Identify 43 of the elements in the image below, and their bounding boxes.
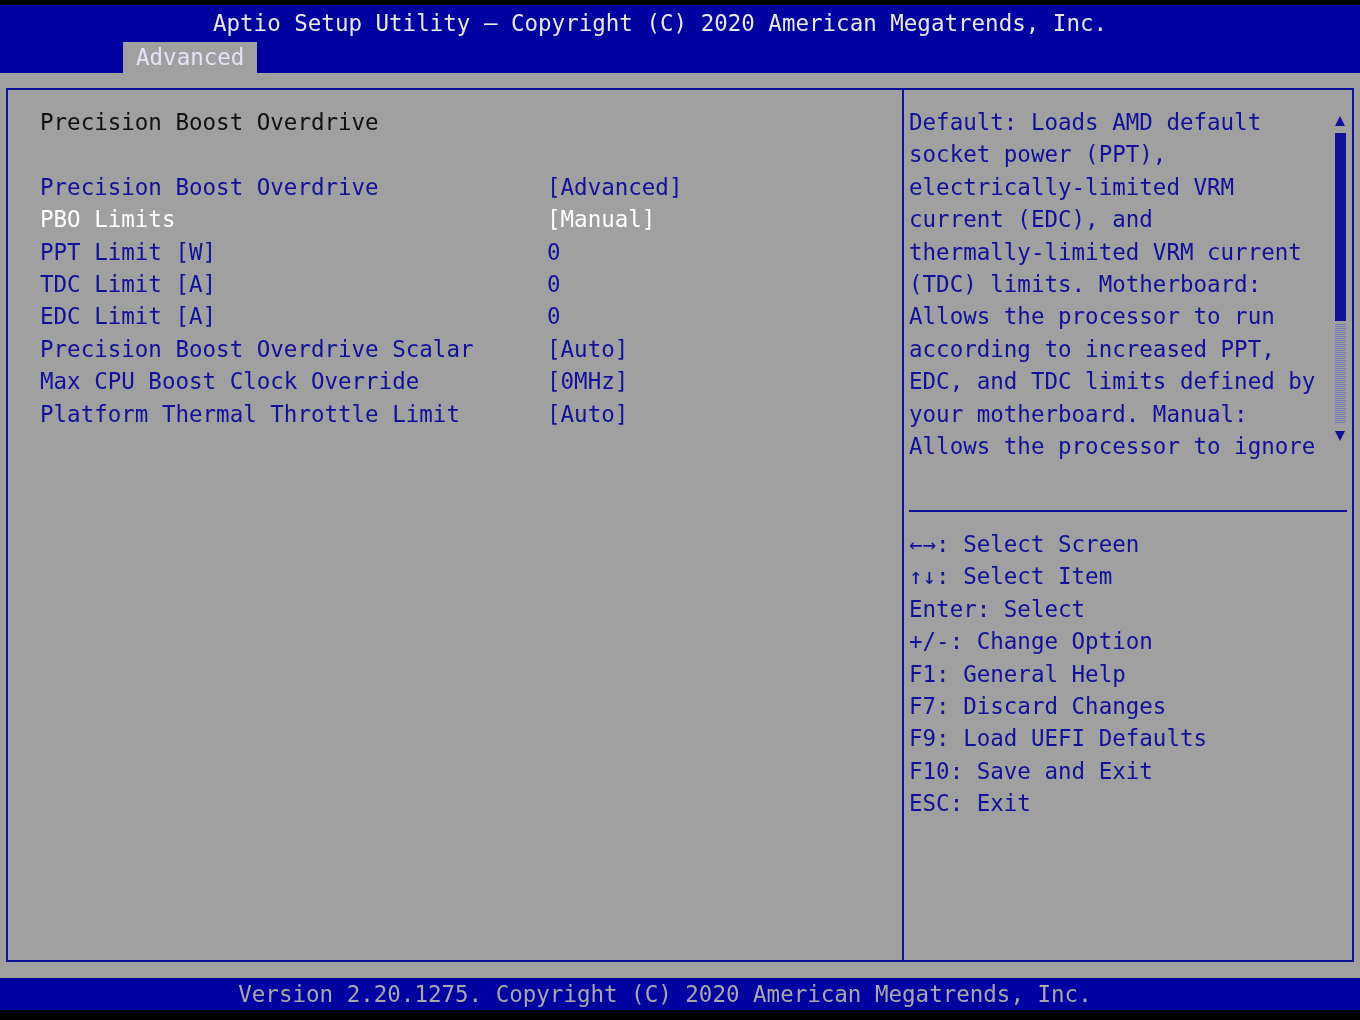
setting-value[interactable]: 0: [547, 268, 561, 301]
setting-label[interactable]: Precision Boost Overdrive: [40, 170, 547, 204]
setting-value[interactable]: [Auto]: [547, 397, 629, 431]
setting-value[interactable]: [Auto]: [547, 332, 629, 366]
setting-value[interactable]: [Manual]: [547, 203, 656, 236]
setting-value[interactable]: 0: [547, 300, 561, 333]
key-help-line: F7: Discard Changes: [909, 692, 1167, 722]
key-help-line: ↑↓: Select Item: [909, 562, 1113, 592]
key-help-line: F9: Load UEFI Defaults: [909, 724, 1207, 754]
key-help-line: F1: General Help: [909, 659, 1126, 689]
scroll-up-icon[interactable]: [1334, 115, 1346, 127]
key-help-line: Enter: Select: [909, 594, 1086, 624]
setting-label[interactable]: EDC Limit [A]: [40, 300, 547, 333]
scroll-track[interactable]: [1334, 323, 1346, 423]
key-help-line: ESC: Exit: [909, 789, 1031, 819]
footer-text: Version 2.20.1275. Copyright (C) 2020 American Megatrends, Inc.: [238, 979, 1092, 1009]
help-text-line: your motherboard. Manual:: [909, 399, 1248, 429]
setting-label[interactable]: PBO Limits: [40, 203, 547, 236]
setting-label[interactable]: TDC Limit [A]: [40, 268, 547, 301]
help-text-line: Allows the processor to ignore: [909, 432, 1316, 462]
setting-value[interactable]: [0MHz]: [547, 365, 629, 398]
help-text-line: thermally-limited VRM current: [909, 237, 1302, 267]
setting-label[interactable]: PPT Limit [W]: [40, 235, 547, 268]
scroll-down-icon[interactable]: [1334, 430, 1346, 442]
setting-label[interactable]: Platform Thermal Throttle Limit: [40, 397, 547, 431]
help-text-line: current (EDC), and: [909, 205, 1153, 235]
key-help-line: +/-: Change Option: [909, 627, 1153, 657]
setting-label[interactable]: Precision Boost Overdrive Scalar: [40, 332, 547, 366]
help-text-line: Allows the processor to run: [909, 302, 1275, 332]
help-text-line: (TDC) limits. Motherboard:: [909, 270, 1262, 300]
help-text-line: according to increased PPT,: [909, 334, 1275, 364]
setting-value[interactable]: [Advanced]: [547, 170, 683, 204]
page-title: Precision Boost Overdrive: [40, 108, 379, 137]
help-text-line: electrically-limited VRM: [909, 172, 1235, 202]
help-text-line: EDC, and TDC limits defined by: [909, 367, 1316, 397]
header-title: Aptio Setup Utility – Copyright (C) 2020 American Megatrends, Inc.: [212, 9, 1107, 39]
setting-label[interactable]: Max CPU Boost Clock Override: [40, 365, 547, 398]
key-help-line: ←→: Select Screen: [909, 530, 1140, 559]
setting-value[interactable]: 0: [547, 235, 561, 268]
help-text-line: socket power (PPT),: [909, 140, 1167, 170]
help-text-line: Default: Loads AMD default: [909, 108, 1262, 137]
scroll-thumb[interactable]: [1334, 133, 1346, 321]
key-help-line: F10: Save and Exit: [909, 756, 1153, 786]
